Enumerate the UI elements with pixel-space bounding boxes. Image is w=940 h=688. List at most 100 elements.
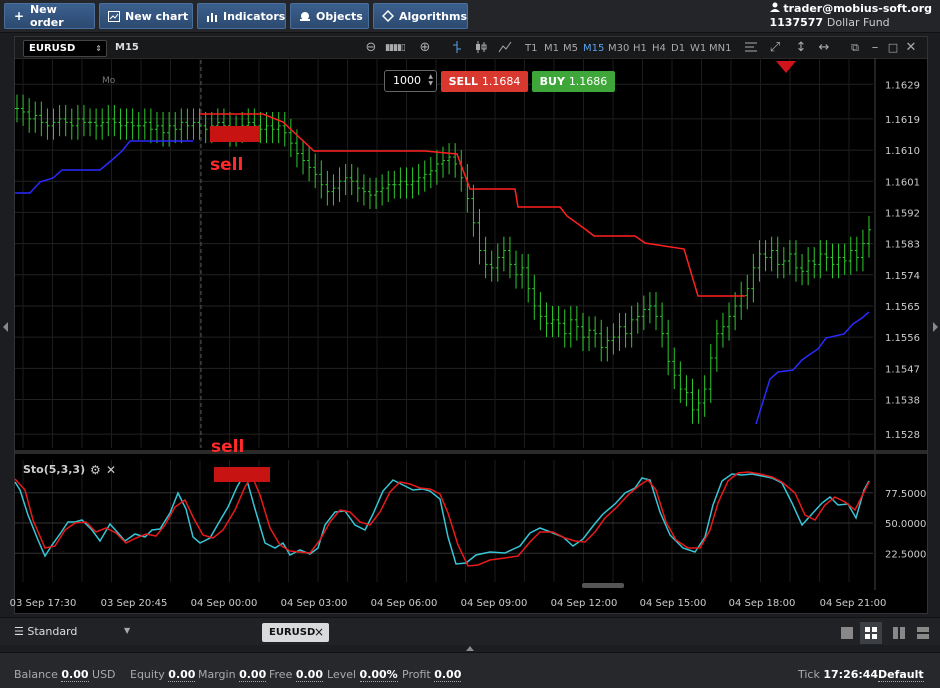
- price-bar: [556, 305, 561, 338]
- price-bar: [45, 108, 50, 140]
- sto-tick-label: 50.0000: [885, 519, 926, 530]
- grid-layout-icon: [865, 627, 877, 639]
- price-bar: [282, 111, 287, 147]
- profile-item[interactable]: Default: [878, 668, 924, 682]
- price-bar: [580, 312, 585, 351]
- level-item: Level 0.00%: [327, 668, 398, 682]
- price-bar: [447, 143, 452, 175]
- price-bar: [154, 111, 159, 144]
- price-bar: [349, 163, 354, 196]
- price-bar: [818, 240, 823, 279]
- price-bar: [495, 243, 500, 282]
- price-bar: [806, 247, 811, 286]
- sto-sell-marker: [214, 467, 270, 482]
- equity-item: Equity 0.00: [130, 668, 196, 682]
- price-chart[interactable]: 1.1629 1.1619 1.1610 1.1601 1.1592 1.1583 1.15…: [0, 0, 940, 688]
- sell-button[interactable]: SELL 1.1684: [441, 71, 528, 92]
- equity-value[interactable]: 0.00: [168, 668, 196, 682]
- price-bar: [623, 312, 628, 348]
- price-bar: [611, 323, 616, 355]
- price-tick-label: 1.1528: [885, 430, 920, 441]
- equity-label: Equity: [130, 668, 165, 681]
- balance-value[interactable]: 0.00: [61, 668, 89, 682]
- margin-item: Margin 0.00: [198, 668, 267, 682]
- price-bar: [380, 174, 385, 206]
- layout-selector[interactable]: ☰ Standard ▼: [14, 625, 130, 638]
- free-value[interactable]: 0.00: [295, 668, 323, 682]
- price-bar: [599, 319, 604, 362]
- price-bar: [337, 167, 342, 203]
- columns-layout-icon: [893, 627, 905, 639]
- price-bar: [739, 281, 744, 320]
- time-tick-label: 04 Sep 06:00: [371, 598, 438, 609]
- profile-value[interactable]: Default: [878, 668, 924, 682]
- price-bar: [416, 163, 421, 196]
- profit-value[interactable]: 0.00: [434, 668, 462, 682]
- price-bar: [367, 177, 372, 209]
- price-bar: [763, 240, 768, 272]
- price-bar: [538, 292, 543, 331]
- price-bar: [301, 139, 306, 175]
- price-bar: [69, 108, 74, 140]
- price-bar: [727, 302, 732, 341]
- price-tick-label: 1.1619: [885, 115, 920, 126]
- price-bar: [605, 326, 610, 362]
- layout-columns-button[interactable]: [888, 622, 910, 644]
- price-bar: [501, 236, 506, 272]
- close-indicator-icon[interactable]: ✕: [106, 463, 116, 477]
- price-bar: [684, 375, 689, 407]
- price-bar: [587, 316, 592, 351]
- price-bar: [696, 389, 701, 424]
- balance-item: Balance 0.00 USD: [14, 668, 116, 682]
- price-bar: [276, 111, 281, 144]
- quantity-input[interactable]: 1000 ▲ ▼: [384, 70, 437, 92]
- sell-marker: [210, 126, 260, 142]
- quantity-value: 1000: [393, 74, 421, 87]
- price-bar: [812, 247, 817, 279]
- time-tick-label: 04 Sep 09:00: [461, 598, 528, 609]
- chevron-down-icon: ▼: [124, 626, 131, 635]
- chart-tab-eurusd[interactable]: EURUSD ×: [262, 623, 329, 642]
- expand-panel-icon[interactable]: [466, 646, 474, 651]
- price-tick-label: 1.1592: [885, 208, 920, 219]
- last-price-marker-icon: [776, 61, 796, 73]
- spinner-icon[interactable]: ▲ ▼: [428, 73, 433, 87]
- buy-label: BUY: [539, 75, 565, 88]
- stochastic-k-line: [14, 471, 870, 565]
- upper-band-line: [200, 113, 745, 297]
- price-bar: [136, 111, 141, 140]
- horizontal-scrollbar[interactable]: [582, 583, 624, 588]
- price-bar: [489, 250, 494, 282]
- time-tick-label: 04 Sep 03:00: [281, 598, 348, 609]
- tick-item: Tick 17:26:44: [798, 668, 878, 681]
- margin-value[interactable]: 0.00: [239, 668, 267, 682]
- price-bar: [319, 160, 324, 199]
- price-tick-label: 1.1610: [885, 146, 920, 157]
- price-bar: [142, 108, 147, 140]
- pane-separator: [15, 450, 927, 454]
- price-bar: [33, 101, 38, 133]
- price-bar: [526, 254, 531, 303]
- price-bar: [793, 240, 798, 282]
- profit-label: Profit: [402, 668, 431, 681]
- layout-rows-button[interactable]: [912, 622, 934, 644]
- layout-grid-button[interactable]: [860, 622, 882, 644]
- level-value[interactable]: 0.00%: [359, 668, 398, 682]
- price-bar: [647, 292, 652, 324]
- price-bar: [325, 170, 330, 206]
- tab-close-icon[interactable]: ×: [314, 623, 324, 642]
- layout-single-button[interactable]: [836, 622, 858, 644]
- price-bar: [331, 174, 336, 206]
- price-bar: [307, 146, 312, 182]
- sto-tick-label: 77.5000: [885, 489, 926, 500]
- time-tick-label: 04 Sep 12:00: [551, 598, 618, 609]
- gear-icon[interactable]: ⚙: [90, 463, 101, 477]
- price-bar: [842, 243, 847, 275]
- balance-label: Balance: [14, 668, 58, 681]
- buy-button[interactable]: BUY 1.1686: [532, 71, 615, 92]
- chart-grid: 1.1629 1.1619 1.1610 1.1601 1.1592 1.1583 1.15…: [15, 58, 927, 590]
- sell-annotation: sell: [210, 155, 243, 175]
- price-bar: [112, 105, 117, 137]
- price-bar: [313, 153, 318, 189]
- price-bar: [81, 105, 86, 137]
